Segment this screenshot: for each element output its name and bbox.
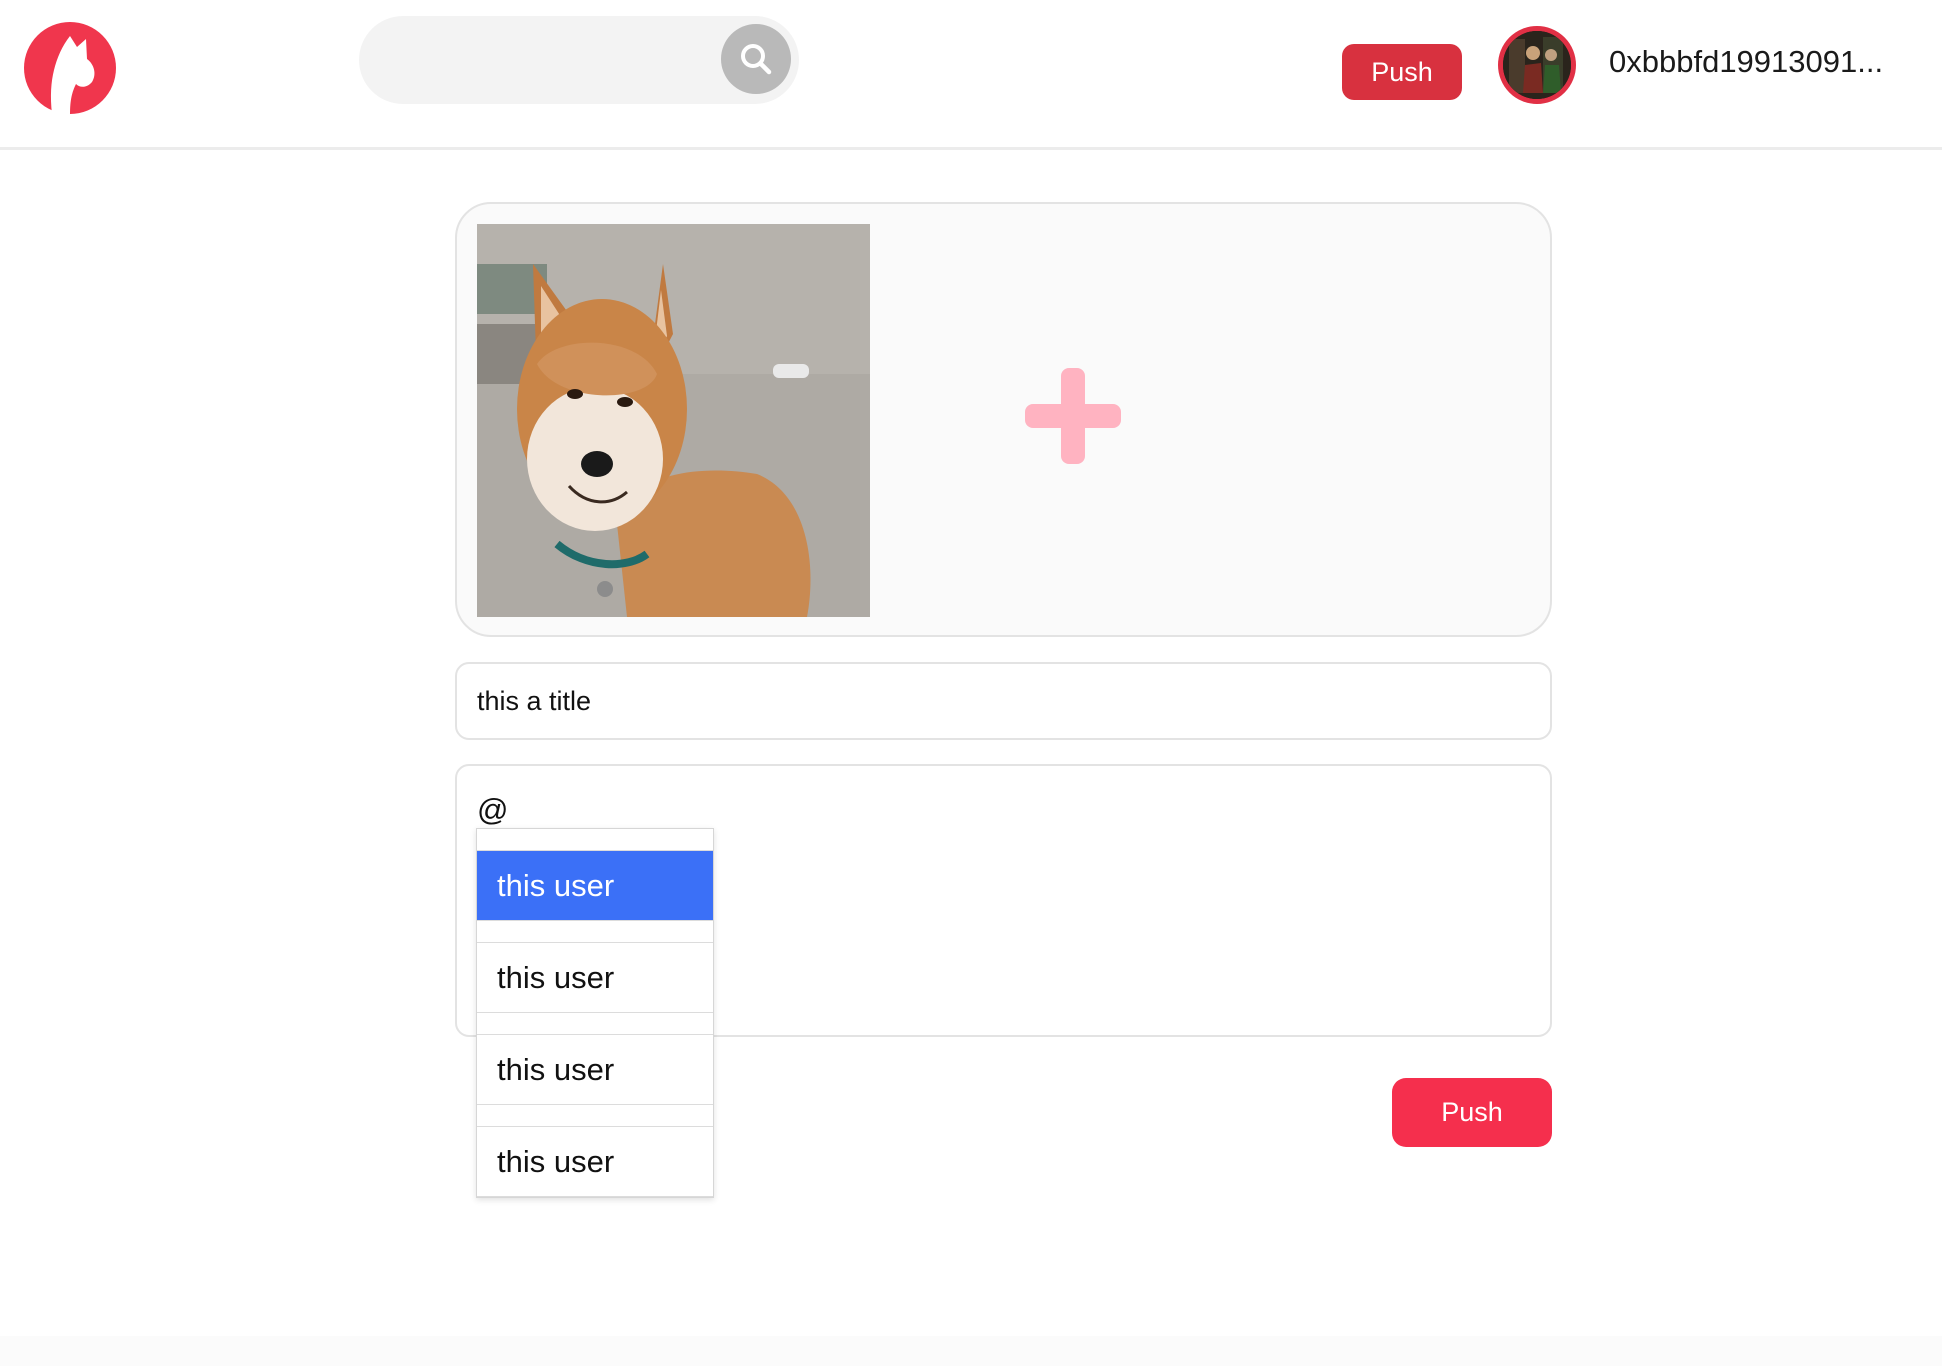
content-textarea-value: @ <box>477 792 509 827</box>
shiba-inu-photo <box>477 224 870 617</box>
avatar[interactable] <box>1498 26 1576 104</box>
uploaded-image[interactable] <box>477 224 870 617</box>
plus-icon <box>1025 368 1121 464</box>
search-input[interactable] <box>383 30 703 90</box>
mention-divider <box>477 921 713 943</box>
avatar-image <box>1503 31 1571 99</box>
mention-option[interactable]: this user <box>477 1127 713 1197</box>
mention-dropdown: this user this user this user this user <box>476 828 714 1198</box>
logo-icon[interactable] <box>24 22 116 114</box>
title-input[interactable]: this a title <box>455 662 1552 740</box>
mention-divider <box>477 1013 713 1035</box>
mention-option[interactable]: this user <box>477 1035 713 1105</box>
mention-divider <box>477 1105 713 1127</box>
mention-divider <box>477 829 713 851</box>
search-bar[interactable] <box>359 16 799 104</box>
search-button[interactable] <box>721 24 791 94</box>
title-input-value: this a title <box>477 685 592 716</box>
top-header: Push 0xbbbfd19913091... <box>0 0 1942 150</box>
footer <box>0 1336 1942 1366</box>
mention-option[interactable]: this user <box>477 851 713 921</box>
mention-option[interactable]: this user <box>477 943 713 1013</box>
wallet-address[interactable]: 0xbbbfd19913091... <box>1609 44 1909 80</box>
search-icon <box>741 44 772 75</box>
header-push-button[interactable]: Push <box>1342 44 1462 100</box>
add-image-button[interactable] <box>1025 368 1121 464</box>
push-button[interactable]: Push <box>1392 1078 1552 1147</box>
image-upload-area <box>455 202 1552 637</box>
